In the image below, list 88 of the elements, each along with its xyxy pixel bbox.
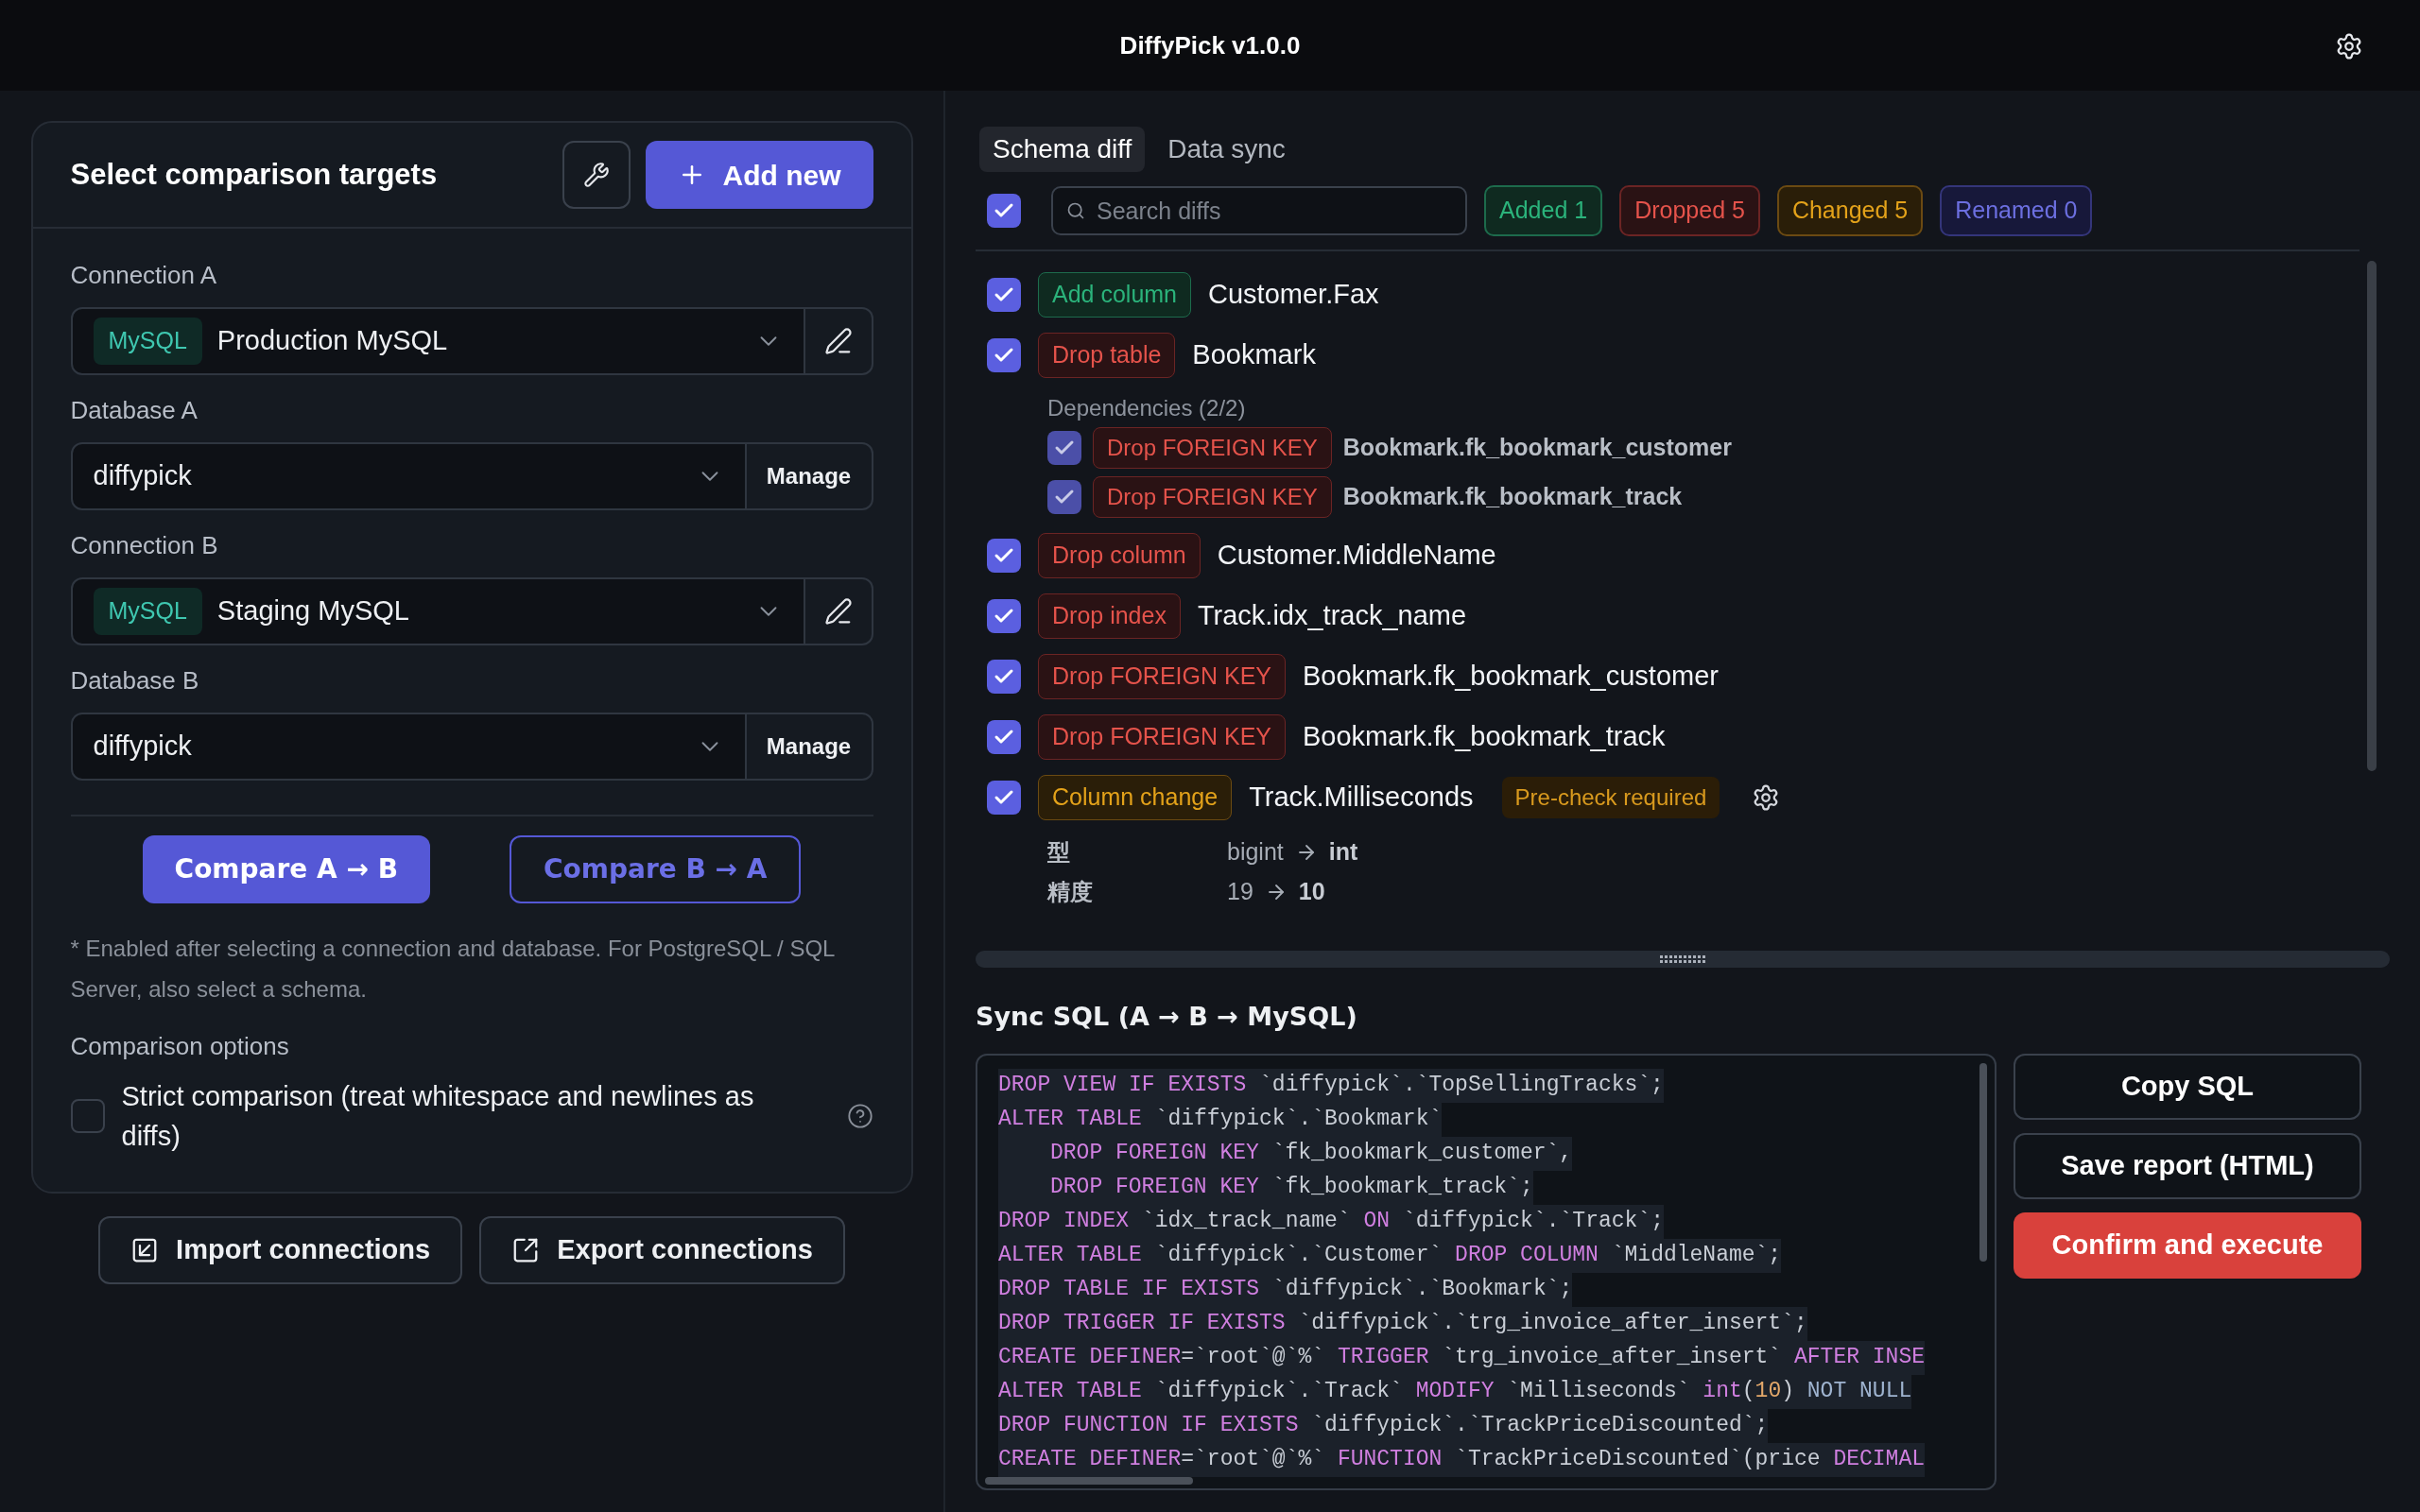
option-label: Strict comparison (treat whitespace and newlines as diffs) [121, 1080, 755, 1153]
wrench-icon [582, 162, 610, 188]
compare-button[interactable]: Compare B → A [510, 835, 802, 903]
object-name: Bookmark.fk_bookmark_customer [1303, 660, 1719, 694]
manage-button[interactable]: Manage [746, 713, 873, 781]
change-type-tag: Drop FOREIGN KEY [1093, 476, 1332, 518]
engine-tag: MySQL [93, 588, 202, 635]
database-select[interactable]: diffypick [70, 713, 747, 781]
database-select[interactable]: diffypick [70, 442, 747, 510]
select-value: diffypick [93, 459, 193, 493]
change-type-tag: Column change [1038, 775, 1233, 820]
dependencies-label: Dependencies (2/2) [1047, 394, 1247, 422]
change-field: 精度 [1047, 875, 1227, 909]
change-type-tag: Drop column [1038, 533, 1201, 578]
checkbox[interactable] [987, 720, 1021, 754]
count-tag[interactable]: Added 1 [1484, 185, 1603, 236]
old-value: bigint [1227, 837, 1284, 868]
object-name: Bookmark.fk_bookmark_customer [1342, 433, 1732, 463]
change-type-tag: Add column [1038, 272, 1192, 318]
checkbox[interactable] [987, 194, 1021, 228]
new-value: int [1328, 837, 1358, 868]
scrollbar[interactable] [1979, 1062, 1987, 1262]
edit-button[interactable] [804, 577, 873, 645]
object-name: Track.Milliseconds [1249, 781, 1474, 815]
object-name: Bookmark [1192, 338, 1316, 372]
scrollbar[interactable] [2367, 261, 2377, 771]
connections-button[interactable]: Import connections [98, 1216, 463, 1284]
connection-select[interactable]: MySQL Staging MySQL [70, 577, 805, 645]
count-tag[interactable]: Changed 5 [1776, 185, 1924, 236]
checkbox[interactable] [987, 278, 1021, 312]
select-value: diffypick [93, 730, 193, 764]
change-type-tag: Drop index [1038, 593, 1181, 639]
change-type-tag: Drop FOREIGN KEY [1093, 427, 1332, 469]
resize-handle[interactable] [976, 951, 2390, 968]
object-name: Customer.Fax [1208, 278, 1379, 312]
select-value: Production MySQL [216, 324, 449, 358]
object-name: Customer.MiddleName [1217, 539, 1496, 573]
object-name: Bookmark.fk_bookmark_track [1342, 482, 1683, 512]
section-title: Sync SQL (A → B → MySQL) [976, 1001, 1358, 1033]
edit-button[interactable] [804, 307, 873, 375]
select-value: Staging MySQL [216, 594, 410, 628]
add-new-button[interactable]: Add new [645, 141, 873, 209]
checkbox[interactable] [987, 660, 1021, 694]
action-button[interactable]: Copy SQL [2014, 1053, 2361, 1120]
change-type-tag: Drop table [1038, 333, 1176, 378]
app-title: DiffyPick v1.0.0 [1119, 29, 1301, 61]
change-type-tag: Drop FOREIGN KEY [1038, 654, 1286, 699]
checkbox[interactable] [1047, 480, 1081, 514]
precheck-tag: Pre-check required [1501, 777, 1720, 818]
field-label: Connection A [70, 260, 218, 291]
tab[interactable]: Data sync [1154, 127, 1299, 172]
tab[interactable]: Schema diff [979, 127, 1146, 172]
wrench-button[interactable] [562, 141, 631, 209]
search-field[interactable]: Search diffs [1051, 186, 1467, 235]
search-icon [1066, 201, 1085, 220]
new-value: 10 [1298, 877, 1325, 907]
old-value: 19 [1227, 877, 1253, 907]
help-icon[interactable] [846, 1103, 873, 1129]
field-label: Database B [70, 665, 200, 696]
count-tag[interactable]: Dropped 5 [1619, 185, 1760, 236]
action-button[interactable]: Save report (HTML) [2014, 1132, 2361, 1199]
compare-button[interactable]: Compare A → B [142, 835, 430, 903]
settings-icon[interactable] [2335, 32, 2363, 60]
change-type-tag: Drop FOREIGN KEY [1038, 714, 1286, 760]
count-tag[interactable]: Renamed 0 [1940, 185, 2093, 236]
change-field: 型 [1047, 835, 1227, 869]
connection-select[interactable]: MySQL Production MySQL [70, 307, 805, 375]
grip-icon [1660, 955, 1705, 963]
checkbox[interactable] [987, 599, 1021, 633]
field-label: Connection B [70, 530, 219, 561]
object-name: Track.idx_track_name [1197, 599, 1467, 633]
checkbox[interactable] [987, 781, 1021, 815]
checkbox[interactable] [987, 338, 1021, 372]
checkbox[interactable] [987, 539, 1021, 573]
manage-button[interactable]: Manage [746, 442, 873, 510]
card-title: Select comparison targets [70, 156, 439, 193]
scrollbar[interactable] [985, 1476, 1193, 1485]
engine-tag: MySQL [93, 318, 202, 365]
checkbox[interactable] [70, 1099, 105, 1133]
hint-text: * Enabled after selecting a connection and database. For PostgreSQL / SQL Server, also select a schema. [69, 935, 836, 1004]
checkbox[interactable] [1047, 431, 1081, 465]
pen-icon [823, 597, 853, 626]
section-label: Comparison options [69, 1031, 290, 1062]
action-button[interactable]: Confirm and execute [2014, 1211, 2361, 1279]
pen-icon [823, 327, 853, 355]
object-name: Bookmark.fk_bookmark_track [1303, 720, 1666, 754]
connections-button[interactable]: Export connections [479, 1216, 845, 1284]
field-label: Database A [70, 395, 199, 426]
